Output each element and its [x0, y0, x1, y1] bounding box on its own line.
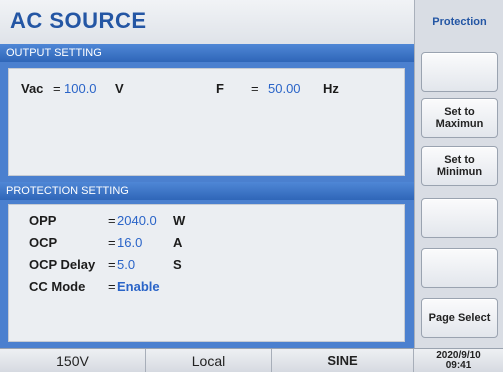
- voltage-range-status: 150V: [0, 349, 146, 372]
- opp-value[interactable]: 2040.0: [117, 213, 157, 228]
- ocp-equals: =: [108, 235, 116, 250]
- protection-setting-area: OPP = 2040.0 W OCP = 16.0 A OCP Delay = …: [8, 204, 405, 342]
- ocp-delay-value[interactable]: 5.0: [117, 257, 135, 272]
- ocp-label: OCP: [29, 235, 58, 250]
- protection-setting-panel: OPP = 2040.0 W OCP = 16.0 A OCP Delay = …: [0, 200, 414, 348]
- time-text: 09:41: [445, 359, 472, 371]
- opp-label: OPP: [29, 213, 57, 228]
- cc-mode-value[interactable]: Enable: [117, 279, 160, 294]
- vac-label: Vac: [21, 81, 44, 96]
- ocp-delay-label: OCP Delay: [29, 257, 96, 272]
- softkey-4-blank[interactable]: [421, 198, 498, 238]
- vac-value[interactable]: 100.0: [64, 81, 97, 96]
- freq-value[interactable]: 50.00: [268, 81, 301, 96]
- vac-unit: V: [115, 81, 124, 96]
- freq-equals: =: [251, 81, 259, 96]
- ac-source-screen: AC SOURCE OUTPUT SETTING Vac = 100.0 V F…: [0, 0, 503, 372]
- softkey-column: Protection Set to Maximun Set to Minimun…: [414, 0, 503, 348]
- vac-equals: =: [53, 81, 61, 96]
- waveform-status: SINE: [272, 349, 414, 372]
- output-setting-area: Vac = 100.0 V F = 50.00 Hz: [8, 68, 405, 176]
- freq-label: F: [216, 81, 224, 96]
- title-bar: AC SOURCE: [0, 0, 414, 45]
- set-to-maximum-button[interactable]: Set to Maximun: [421, 98, 498, 138]
- softkey-menu-title: Protection: [432, 16, 487, 28]
- date-time-display: 2020/9/10 09:41: [414, 349, 503, 372]
- page-select-button[interactable]: Page Select: [421, 298, 498, 338]
- softkey-1-blank[interactable]: [421, 52, 498, 92]
- page-title: AC SOURCE: [10, 8, 147, 33]
- output-setting-header: OUTPUT SETTING: [0, 44, 414, 62]
- control-mode-status: Local: [146, 349, 272, 372]
- freq-unit: Hz: [323, 81, 339, 96]
- status-bar: 150V Local SINE 2020/9/10 09:41: [0, 348, 503, 372]
- ocp-delay-equals: =: [108, 257, 116, 272]
- set-to-minimum-button[interactable]: Set to Minimun: [421, 146, 498, 186]
- cc-mode-equals: =: [108, 279, 116, 294]
- date-text: 2020/9/10: [436, 349, 481, 361]
- softkey-5-blank[interactable]: [421, 248, 498, 288]
- output-setting-panel: Vac = 100.0 V F = 50.00 Hz: [0, 62, 414, 182]
- protection-setting-header: PROTECTION SETTING: [0, 182, 414, 200]
- opp-unit: W: [173, 213, 186, 228]
- ocp-delay-unit: S: [173, 257, 182, 272]
- cc-mode-label: CC Mode: [29, 279, 86, 294]
- opp-equals: =: [108, 213, 116, 228]
- ocp-value[interactable]: 16.0: [117, 235, 142, 250]
- ocp-unit: A: [173, 235, 183, 250]
